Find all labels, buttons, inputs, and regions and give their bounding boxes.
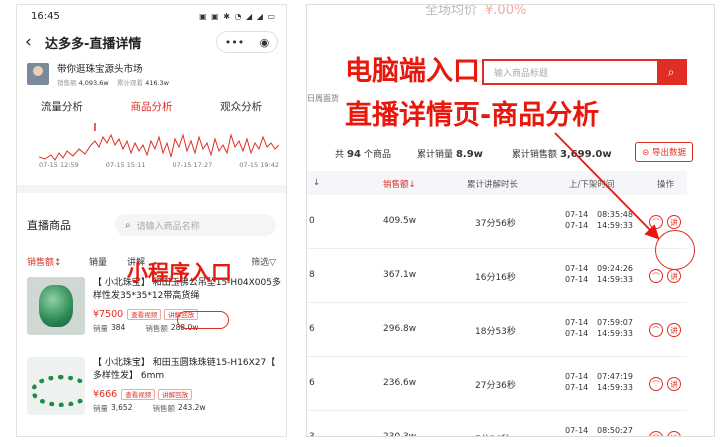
capsule-menu: ••• ◉: [216, 31, 278, 53]
chart-tick: 07-15 12:59: [39, 161, 79, 169]
filter-button[interactable]: 筛选▽: [251, 255, 276, 268]
annotation-goods-analysis: 直播详情页-商品分析: [345, 100, 600, 131]
analysis-tabs: 流量分析 商品分析 观众分析: [17, 91, 286, 121]
shop-header: 带你逛珠宝源头市场 销售额 4,093.6w 累计观看 416.3w: [17, 57, 286, 91]
goods-header: 直播商品 ⌕ 请输入商品名称: [17, 213, 286, 237]
mini-program-screen: 16:45 ▣ ▣ ✱ ◔ ◢ ◢ ▭ ‹ 达多多-直播详情 ••• ◉ 带你逛…: [16, 4, 287, 437]
status-bar: 16:45 ▣ ▣ ✱ ◔ ◢ ◢ ▭: [17, 5, 286, 27]
sales-value: 243.2w: [177, 403, 206, 412]
sort-by-volume[interactable]: 销量: [89, 255, 127, 268]
more-icon[interactable]: •••: [225, 36, 244, 49]
product-title: 【 小北珠宝】 和田玉圆珠珠链15-H16X27【 多样性发】 6mm: [93, 358, 276, 381]
volume-label: 销量: [93, 324, 108, 333]
trend-line: [39, 133, 279, 161]
volume-value: 384: [111, 323, 126, 332]
volume-value: 3,652: [111, 403, 133, 412]
section-divider: [17, 185, 286, 193]
chart-tick: 07-15 15:11: [105, 161, 146, 169]
sales-label: 销售额: [152, 404, 175, 413]
status-time: 16:45: [31, 10, 60, 22]
tab-goods[interactable]: 商品分析: [130, 99, 172, 114]
sort-by-sales[interactable]: 销售额↕: [27, 255, 89, 268]
product-price: ¥666: [93, 389, 118, 400]
product-image: [27, 357, 85, 415]
search-placeholder: 请输入商品名称: [136, 221, 200, 232]
explain-replay-button[interactable]: 讲解回放: [158, 389, 193, 400]
view-video-button[interactable]: 查看视频: [121, 389, 156, 400]
annotation-desktop-entry: 电脑端入口: [345, 56, 480, 87]
desktop-screen: 全场均价 ¥.00% 输入商品标题 ⌕ 日周面货 共 94 个商品 累计销量 8.9w …: [306, 4, 715, 437]
avatar: [27, 63, 49, 85]
back-icon[interactable]: ‹: [25, 32, 43, 52]
status-icons: ▣ ▣ ✱ ◔ ◢ ◢ ▭: [199, 11, 276, 21]
viewers-label: 累计观看: [116, 79, 143, 87]
view-video-button[interactable]: 查看视频: [127, 309, 162, 320]
row-off-date: 07-14: [565, 436, 588, 437]
product-price: ¥7500: [93, 309, 124, 320]
replay-highlight-circle: [177, 311, 229, 329]
search-icon: ⌕: [125, 219, 131, 231]
row-off-time: 14:59:33: [597, 436, 633, 437]
viewers-value: 416.3w: [145, 79, 169, 87]
close-icon[interactable]: ◉: [260, 36, 270, 49]
sales-label: 销售额: [57, 79, 77, 87]
shop-stats: 销售额 4,093.6w 累计观看 416.3w: [57, 77, 169, 87]
shop-name: 带你逛珠宝源头市场: [57, 64, 143, 75]
chart-tick: 07-15 19:42: [239, 161, 279, 169]
tab-traffic[interactable]: 流量分析: [41, 99, 83, 114]
trend-chart: [39, 123, 279, 161]
tab-audience[interactable]: 观众分析: [220, 99, 262, 114]
sales-label: 销售额: [145, 324, 168, 333]
product-image: [27, 277, 85, 335]
nav-bar: ‹ 达多多-直播详情 ••• ◉: [17, 27, 286, 57]
volume-label: 销量: [93, 404, 108, 413]
goods-section-title: 直播商品: [27, 219, 71, 232]
chart-x-ticks: 07-15 12:59 07-15 15:11 07-15 17:27 07-1…: [39, 161, 279, 169]
search-input[interactable]: ⌕ 请输入商品名称: [115, 214, 276, 236]
annotation-mini-entry: 小程序入口: [127, 261, 232, 285]
sales-value: 4,093.6w: [78, 79, 109, 87]
chart-tick: 07-15 17:27: [172, 161, 213, 169]
list-item[interactable]: 【 小北珠宝】 和田玉圆珠珠链15-H16X27【 多样性发】 6mm ¥666…: [27, 357, 282, 423]
page-title: 达多多-直播详情: [45, 36, 142, 52]
